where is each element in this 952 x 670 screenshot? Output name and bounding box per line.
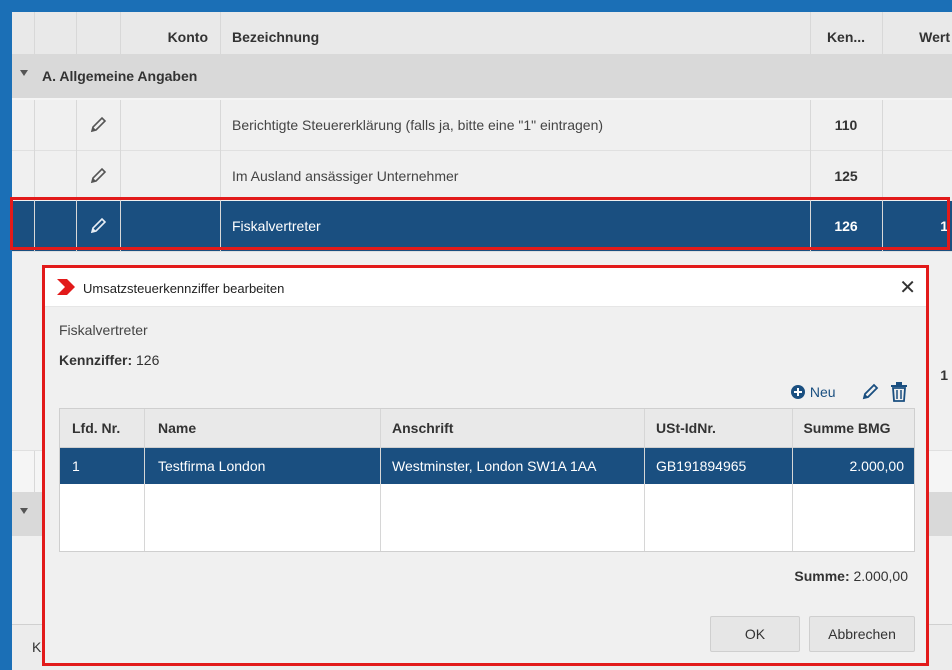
ok-button[interactable]: OK (710, 616, 800, 652)
close-icon[interactable]: ✕ (899, 268, 916, 308)
cancel-button[interactable]: Abbrechen (809, 616, 915, 652)
cell-anschrift: Westminster, London SW1A 1AA (392, 458, 597, 474)
cell-lfd-nr: 1 (72, 458, 80, 474)
dialog-titlebar[interactable]: Umsatzsteuerkennziffer bearbeiten ✕ (45, 268, 926, 307)
trash-icon (891, 382, 907, 402)
cell-ust-idnr: GB191894965 (656, 458, 747, 474)
col-summe-bmg[interactable]: Summe BMG (792, 409, 902, 447)
row-kennziffer: 110 (834, 117, 858, 133)
column-divider (380, 409, 381, 551)
col-ust-idnr[interactable]: USt-IdNr. (656, 409, 716, 447)
edit-dialog: Umsatzsteuerkennziffer bearbeiten ✕ Fisk… (42, 265, 929, 666)
summe-label: Summe: (794, 568, 850, 584)
row-bezeichnung: Im Ausland ansässiger Unternehmer (232, 168, 459, 184)
pencil-icon[interactable] (88, 166, 108, 186)
row-bezeichnung: Berichtigte Steuererklärung (falls ja, b… (232, 117, 604, 133)
group-label: A. Allgemeine Angaben (42, 68, 198, 84)
col-lfd-nr[interactable]: Lfd. Nr. (72, 409, 120, 447)
dialog-toolbar: Neu (790, 378, 910, 406)
dialog-title: Umsatzsteuerkennziffer bearbeiten (83, 281, 285, 296)
kennziffer-info: Kennziffer: 126 (59, 352, 159, 368)
table-header: Lfd. Nr. Name Anschrift USt-IdNr. Summe … (60, 409, 914, 448)
summe-value: 2.000,00 (853, 568, 909, 584)
edit-button[interactable] (860, 378, 882, 406)
fiscal-rep-table: Lfd. Nr. Name Anschrift USt-IdNr. Summe … (59, 408, 915, 552)
column-divider (792, 409, 793, 551)
selected-row-highlight (10, 197, 950, 250)
footer-label: K (32, 639, 42, 655)
delete-button[interactable] (890, 378, 910, 406)
row-kennziffer: 125 (834, 168, 858, 184)
cell-summe-bmg: 2.000,00 (849, 458, 905, 474)
col-anschrift[interactable]: Anschrift (392, 409, 453, 447)
summe-total: Summe: 2.000,00 (794, 568, 908, 584)
pencil-icon[interactable] (88, 115, 108, 135)
plus-circle-icon (791, 385, 805, 399)
table-row[interactable]: Im Ausland ansässiger Unternehmer 125 (12, 151, 952, 202)
new-button[interactable]: Neu (790, 378, 848, 406)
collapse-triangle-icon[interactable] (20, 70, 28, 76)
column-divider (644, 409, 645, 551)
column-divider (144, 409, 145, 551)
table-row-selected[interactable]: 1 Testfirma London Westminster, London S… (60, 448, 914, 484)
new-button-label: Neu (809, 384, 836, 400)
pencil-icon (862, 383, 879, 400)
dialog-subtitle: Fiskalvertreter (59, 322, 148, 338)
kennziffer-value: 126 (136, 352, 160, 368)
collapse-triangle-icon[interactable] (20, 508, 28, 514)
kennziffer-label: Kennziffer: (59, 352, 133, 368)
table-row[interactable]: Berichtigte Steuererklärung (falls ja, b… (12, 100, 952, 151)
group-row-allgemeine-angaben[interactable]: A. Allgemeine Angaben (12, 54, 952, 98)
cell-name: Testfirma London (158, 458, 266, 474)
chevron-logo-icon (57, 279, 75, 295)
col-name[interactable]: Name (158, 409, 196, 447)
